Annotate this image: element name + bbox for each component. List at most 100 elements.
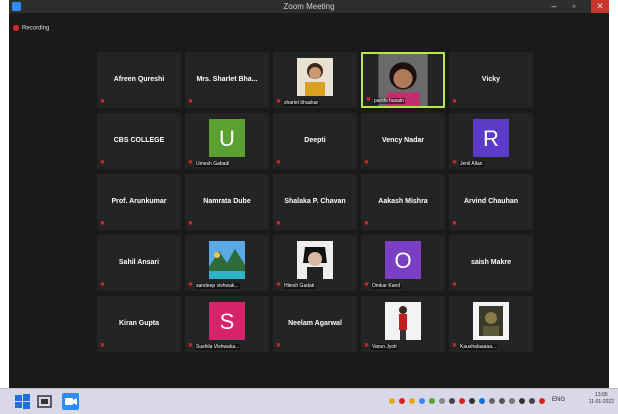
- participant-tile[interactable]: ✖ parithi husain: [361, 52, 445, 108]
- participant-name: Aakash Mishra: [378, 198, 428, 205]
- participant-name: Deepti: [304, 137, 326, 144]
- participant-name: Prof. Arunkumar: [111, 198, 167, 205]
- title-bar: Zoom Meeting – ▫ ✕: [9, 0, 609, 13]
- window-title: Zoom Meeting: [283, 2, 335, 11]
- recording-indicator[interactable]: Recording: [13, 25, 49, 32]
- participant-tile[interactable]: Shalaka P. Chavan ✖: [273, 174, 357, 230]
- mic-muted-icon: ✖: [276, 282, 282, 288]
- participant-name: Neelam Agarwal: [288, 320, 342, 327]
- mic-muted-icon: ✖: [452, 282, 458, 288]
- participant-video: [473, 302, 509, 340]
- participant-avatar: S: [209, 302, 245, 340]
- participant-label: Omkar Kand: [371, 283, 402, 289]
- participant-tile[interactable]: Deepti ✖: [273, 113, 357, 169]
- participant-name: Vency Nadar: [381, 137, 425, 144]
- participant-tile[interactable]: S ✖ Sushila Vishwaka...: [185, 296, 269, 352]
- participant-label: Umesh Gabadi: [195, 161, 231, 167]
- mic-muted-icon: ✖: [100, 221, 106, 227]
- participant-video: [297, 241, 333, 279]
- mic-muted-icon: ✖: [100, 343, 106, 349]
- participant-name: Kiran Gupta: [118, 320, 160, 327]
- participant-tile[interactable]: Aakash Mishra ✖: [361, 174, 445, 230]
- participant-name: Vicky: [481, 76, 501, 83]
- participant-tile[interactable]: R ✖ Jenil Allan: [449, 113, 533, 169]
- participant-name: CBS COLLEGE: [113, 137, 165, 144]
- participant-tile[interactable]: CBS COLLEGE ✖: [97, 113, 181, 169]
- participant-tile[interactable]: ✖ sandeep vishwak...: [185, 235, 269, 291]
- participant-name: Shalaka P. Chavan: [284, 198, 346, 205]
- participant-tile[interactable]: ✖ Varun Jyoti: [361, 296, 445, 352]
- mic-muted-icon: ✖: [276, 221, 282, 227]
- participant-tile[interactable]: Vicky ✖: [449, 52, 533, 108]
- participant-avatar: O: [385, 241, 421, 279]
- mic-muted-icon: ✖: [100, 282, 106, 288]
- mic-muted-icon: ✖: [452, 99, 458, 105]
- mic-muted-icon: ✖: [364, 282, 370, 288]
- participant-label: parithi husain: [373, 98, 405, 104]
- participant-tile[interactable]: Sahil Ansari ✖: [97, 235, 181, 291]
- participant-label: sharlet bhaskar: [283, 100, 320, 106]
- mic-muted-icon: ✖: [188, 160, 194, 166]
- participant-label: Kaushalaaaaa...: [459, 344, 498, 350]
- mic-muted-icon: ✖: [276, 99, 282, 105]
- mic-muted-icon: ✖: [188, 282, 194, 288]
- mic-muted-icon: ✖: [452, 221, 458, 227]
- windows-start-icon[interactable]: [14, 393, 31, 410]
- mic-muted-icon: ✖: [364, 221, 370, 227]
- mic-muted-icon: ✖: [452, 343, 458, 349]
- mic-muted-icon: ✖: [100, 99, 106, 105]
- participant-name: saish Makre: [470, 259, 512, 266]
- participant-tile[interactable]: ✖ Kaushalaaaaa...: [449, 296, 533, 352]
- mic-muted-icon: ✖: [276, 343, 282, 349]
- participant-label: Hitesh Gadati: [283, 283, 316, 289]
- record-icon: [13, 25, 19, 31]
- mic-muted-icon: ✖: [452, 160, 458, 166]
- participant-tile[interactable]: Vency Nadar ✖: [361, 113, 445, 169]
- participant-tile[interactable]: O ✖ Omkar Kand: [361, 235, 445, 291]
- mic-muted-icon: ✖: [364, 160, 370, 166]
- participant-tile[interactable]: Arvind Chauhan ✖: [449, 174, 533, 230]
- participant-tile[interactable]: Namrata Dube ✖: [185, 174, 269, 230]
- clock-time: 13:05: [595, 392, 608, 398]
- mic-muted-icon: ✖: [188, 343, 194, 349]
- participant-tile[interactable]: saish Makre ✖: [449, 235, 533, 291]
- participant-video: [209, 241, 245, 279]
- recording-label: Recording: [22, 25, 50, 32]
- participant-avatar: U: [209, 119, 245, 157]
- maximize-button[interactable]: ▫: [565, 0, 583, 13]
- mic-muted-icon: ✖: [366, 97, 372, 103]
- zoom-window: Zoom Meeting – ▫ ✕ Recording Afreen Qure…: [9, 0, 609, 413]
- participant-name: Arvind Chauhan: [463, 198, 519, 205]
- participant-tile[interactable]: U ✖ Umesh Gabadi: [185, 113, 269, 169]
- mic-muted-icon: ✖: [188, 99, 194, 105]
- task-view-icon[interactable]: [36, 393, 53, 410]
- participant-tile[interactable]: Neelam Agarwal ✖: [273, 296, 357, 352]
- taskbar-clock[interactable]: 13:05 11-01-2022: [589, 392, 614, 406]
- participant-label: Jenil Allan: [459, 161, 484, 167]
- participant-name: Namrata Dube: [203, 198, 251, 205]
- mic-muted-icon: ✖: [364, 343, 370, 349]
- participant-label: Varun Jyoti: [371, 344, 398, 350]
- mic-muted-icon: ✖: [100, 160, 106, 166]
- mic-muted-icon: ✖: [188, 221, 194, 227]
- clock-date: 11-01-2022: [588, 399, 614, 405]
- participant-name: Mrs. Sharlet Bha...: [196, 76, 258, 83]
- language-indicator[interactable]: ENG: [552, 397, 565, 403]
- participant-name: Afreen Qureshi: [113, 76, 165, 83]
- participant-avatar: R: [473, 119, 509, 157]
- participant-video: [297, 58, 333, 96]
- participant-label: sandeep vishwak...: [195, 283, 240, 289]
- participant-tile[interactable]: Kiran Gupta ✖: [97, 296, 181, 352]
- mic-muted-icon: ✖: [276, 160, 282, 166]
- zoom-taskbar-icon[interactable]: [62, 393, 79, 410]
- participant-tile[interactable]: ✖ Hitesh Gadati: [273, 235, 357, 291]
- participant-tile[interactable]: Mrs. Sharlet Bha... ✖: [185, 52, 269, 108]
- participant-tile[interactable]: ✖ sharlet bhaskar: [273, 52, 357, 108]
- taskbar: ENG 13:05 11-01-2022: [0, 388, 618, 414]
- minimize-button[interactable]: –: [545, 0, 563, 13]
- close-button[interactable]: ✕: [591, 0, 609, 13]
- participant-video: [385, 302, 421, 340]
- participant-tile[interactable]: Afreen Qureshi ✖: [97, 52, 181, 108]
- participant-tile[interactable]: Prof. Arunkumar ✖: [97, 174, 181, 230]
- system-tray[interactable]: ENG: [388, 394, 588, 408]
